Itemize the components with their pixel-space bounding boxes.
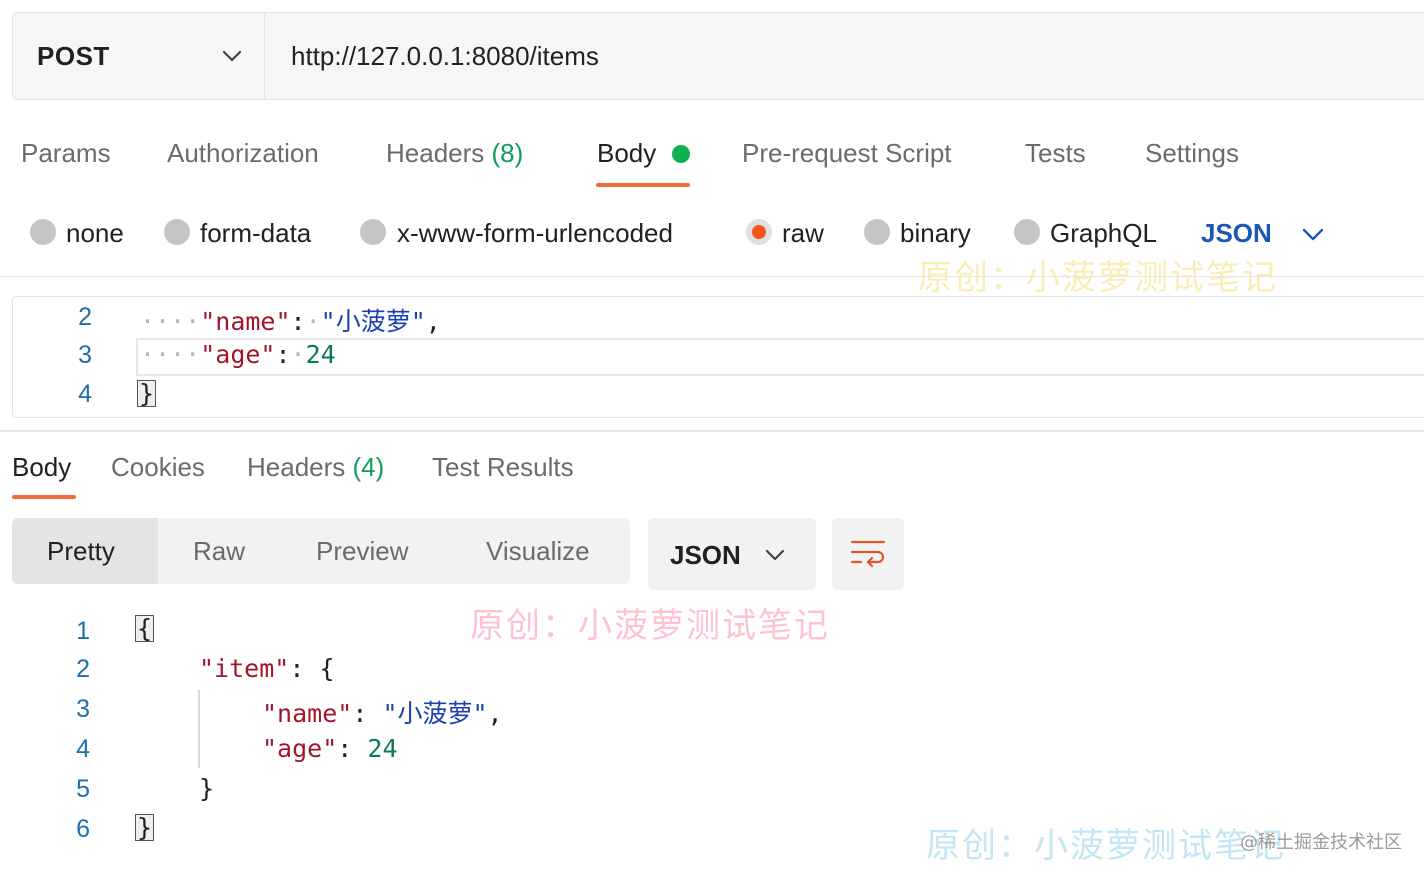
line-number: 4 — [76, 735, 90, 763]
json-value: "小菠萝" — [320, 307, 426, 336]
body-format-select[interactable]: JSON — [1201, 218, 1272, 249]
tab-authorization[interactable]: Authorization — [167, 138, 319, 169]
tab-pre-request-script[interactable]: Pre-request Script — [742, 138, 952, 169]
response-tab-body[interactable]: Body — [12, 452, 71, 483]
tab-headers-count: (8) — [491, 138, 524, 168]
json-colon: : — [275, 340, 291, 369]
code-line: ····"name":·"小菠萝", — [140, 302, 441, 338]
radio-none-label: none — [66, 218, 124, 248]
radio-binary-label: binary — [900, 218, 971, 248]
chevron-down-icon — [765, 549, 785, 561]
json-value: 24 — [305, 340, 336, 369]
view-visualize[interactable]: Visualize — [486, 536, 590, 567]
view-pretty[interactable]: Pretty — [47, 536, 115, 567]
line-number: 1 — [76, 617, 90, 645]
code-line: "age": 24 — [262, 734, 398, 763]
wrap-lines-button[interactable] — [832, 518, 904, 590]
method-select[interactable]: POST — [13, 13, 265, 99]
watermark: 原创：小菠萝测试笔记 — [926, 826, 1286, 866]
code-brace: { — [135, 614, 155, 643]
json-key: "age" — [262, 734, 338, 763]
json-comma: , — [487, 699, 503, 728]
json-colon: : — [289, 654, 305, 683]
method-label: POST — [37, 41, 110, 71]
code-line: "name": "小菠萝", — [262, 694, 503, 730]
view-preview[interactable]: Preview — [316, 536, 408, 567]
json-colon: : — [352, 699, 368, 728]
code-brace: } — [199, 774, 215, 803]
url-input[interactable]: http://127.0.0.1:8080/items — [291, 41, 599, 72]
watermark: 原创：小菠萝测试笔记 — [470, 606, 830, 646]
tab-body-underline — [596, 183, 690, 187]
chevron-down-icon[interactable] — [1299, 220, 1327, 248]
pane-divider[interactable] — [0, 430, 1424, 432]
code-line: "item": { — [199, 654, 335, 683]
radio-raw[interactable] — [746, 219, 772, 245]
radio-urlencoded[interactable] — [360, 219, 386, 245]
radio-none[interactable] — [30, 219, 56, 245]
wrap-lines-icon — [850, 540, 886, 568]
line-number: 4 — [78, 380, 92, 408]
indent-guide — [198, 690, 200, 768]
space-dot: · — [290, 340, 306, 369]
json-brace: { — [319, 654, 335, 683]
tab-params[interactable]: Params — [21, 138, 111, 169]
json-key: "name" — [262, 699, 353, 728]
response-format-label: JSON — [670, 540, 741, 570]
radio-urlencoded-label: x-www-form-urlencoded — [397, 218, 673, 248]
response-tab-headers-label: Headers — [247, 452, 346, 482]
tab-headers-label: Headers — [386, 138, 485, 168]
radio-raw-label: raw — [782, 218, 824, 248]
json-key: "name" — [200, 307, 291, 336]
radio-graphql[interactable] — [1014, 219, 1040, 245]
line-number: 3 — [76, 695, 90, 723]
json-value: 24 — [367, 734, 398, 763]
credit-watermark: @稀土掘金技术社区 — [1240, 832, 1402, 853]
radio-binary[interactable] — [864, 219, 890, 245]
json-value: "小菠萝" — [382, 699, 488, 728]
line-number: 3 — [78, 341, 92, 369]
tab-headers[interactable]: Headers (8) — [386, 138, 523, 169]
tab-tests[interactable]: Tests — [1025, 138, 1086, 169]
line-number: 5 — [76, 775, 90, 803]
space-dot: · — [305, 307, 321, 336]
response-tab-headers[interactable]: Headers (4) — [247, 452, 384, 483]
line-number: 2 — [76, 655, 90, 683]
radio-graphql-label: GraphQL — [1050, 218, 1157, 248]
request-bar: POST http://127.0.0.1:8080/items — [12, 12, 1424, 100]
json-key: "item" — [199, 654, 290, 683]
code-line: ····"age":·24 — [140, 340, 336, 369]
response-format-select[interactable]: JSON — [648, 518, 816, 590]
code-brace: } — [135, 813, 155, 842]
code-brace: } — [137, 379, 157, 408]
watermark: 原创：小菠萝测试笔记 — [918, 258, 1278, 298]
response-tab-test-results[interactable]: Test Results — [432, 452, 574, 483]
chevron-down-icon — [222, 50, 242, 62]
body-modified-dot — [672, 145, 690, 163]
view-raw[interactable]: Raw — [193, 536, 245, 567]
response-tab-cookies[interactable]: Cookies — [111, 452, 205, 483]
response-tab-headers-count: (4) — [352, 452, 385, 482]
response-tab-body-underline — [12, 495, 76, 499]
json-colon: : — [337, 734, 353, 763]
divider — [0, 276, 1424, 277]
radio-form-data[interactable] — [164, 219, 190, 245]
line-number: 2 — [78, 303, 92, 331]
json-key: "age" — [200, 340, 276, 369]
radio-form-data-label: form-data — [200, 218, 312, 248]
indent-dots: ···· — [140, 307, 201, 336]
tab-settings[interactable]: Settings — [1145, 138, 1239, 169]
json-comma: , — [425, 307, 441, 336]
indent-dots: ···· — [140, 340, 201, 369]
json-colon: : — [290, 307, 306, 336]
tab-body[interactable]: Body — [597, 138, 656, 169]
line-number: 6 — [76, 815, 90, 843]
